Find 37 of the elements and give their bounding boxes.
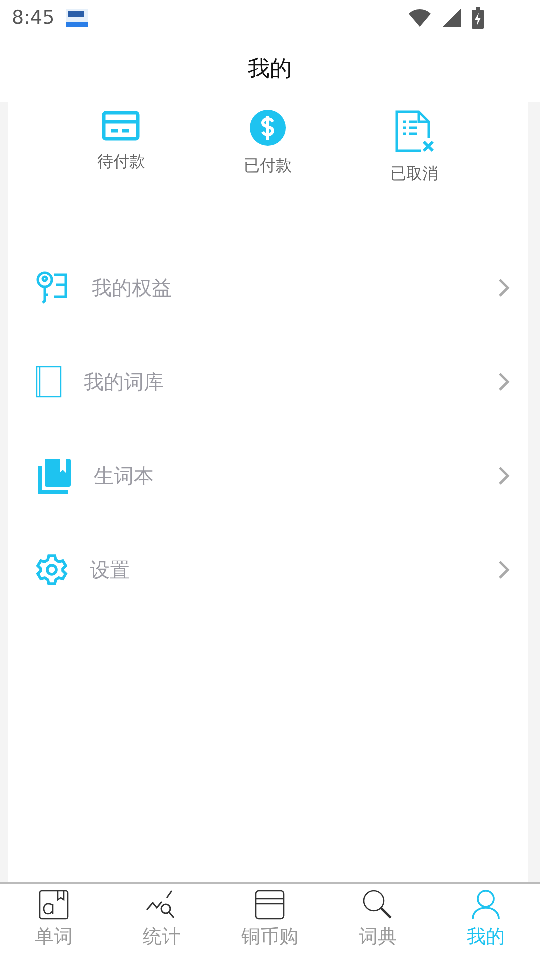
- cancelled-document-icon: [394, 110, 435, 154]
- menu-row[interactable]: 设置: [8, 523, 528, 617]
- signal-icon: [442, 8, 462, 28]
- dollar-icon: [250, 110, 286, 146]
- menu-row[interactable]: 生词本: [8, 429, 528, 523]
- nav-tab[interactable]: 铜币购: [216, 884, 324, 960]
- order-status-button[interactable]: 待付款: [77, 110, 166, 185]
- order-status-button[interactable]: 已付款: [224, 110, 312, 185]
- notification-icon: [64, 7, 89, 29]
- nav-tab[interactable]: 词典: [324, 884, 432, 960]
- menu-label: 我的权益: [92, 274, 173, 302]
- search-icon: [362, 890, 394, 920]
- page-title: 我的: [248, 56, 292, 84]
- wifi-icon: [408, 8, 432, 28]
- order-status-button[interactable]: 已取消: [370, 110, 459, 185]
- chevron-icon: [498, 372, 510, 392]
- nav-tab[interactable]: 统计: [108, 884, 216, 960]
- menu-row[interactable]: 我的词库: [8, 335, 528, 429]
- status-time: 8:45: [12, 7, 55, 29]
- menu-label: 我的词库: [84, 368, 165, 396]
- user-icon: [471, 890, 501, 920]
- menu-label: 设置: [90, 556, 131, 584]
- chevron-icon: [498, 560, 510, 580]
- settings-icon: [36, 554, 68, 586]
- menu-label: 生词本: [94, 462, 155, 490]
- bookmark-book-icon: [36, 458, 72, 494]
- chevron-icon: [498, 278, 510, 298]
- card-icon: [102, 110, 140, 142]
- key-icon: [36, 271, 70, 305]
- nav-tab[interactable]: 单词: [0, 884, 108, 960]
- cards-icon: [255, 890, 285, 920]
- nav-tab[interactable]: 我的: [432, 884, 540, 960]
- battery-icon: [472, 7, 484, 29]
- word-card-icon: [39, 890, 69, 920]
- chevron-icon: [498, 466, 510, 486]
- book-icon: [36, 366, 62, 398]
- menu-row[interactable]: 我的权益: [8, 241, 528, 335]
